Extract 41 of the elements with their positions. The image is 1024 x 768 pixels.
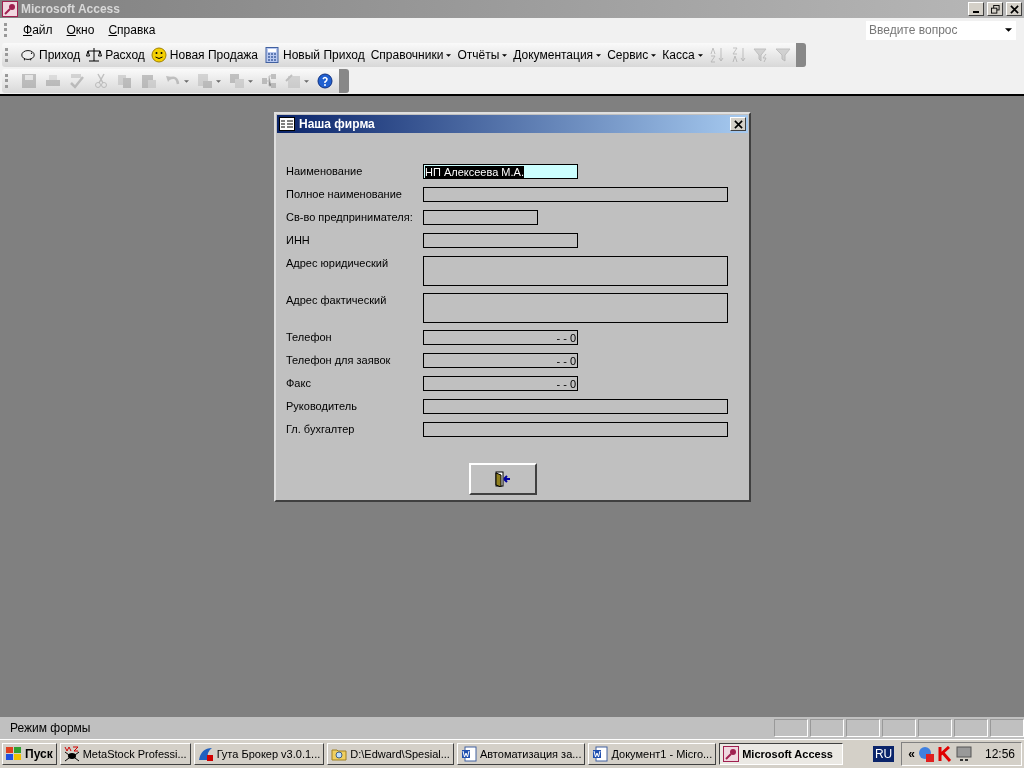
field-label: ИНН (286, 233, 311, 246)
tray-expand-button[interactable]: « (908, 747, 915, 761)
field-label: Адрес фактический (286, 293, 388, 306)
input-field[interactable]: - - 0 (423, 376, 578, 391)
input-field[interactable]: - - 0 (423, 330, 578, 345)
field-label: Наименование (286, 164, 364, 177)
taskbar-button[interactable]: Гута Брокер v3.0.1... (193, 743, 325, 765)
field-label: Адрес юридический (286, 256, 390, 269)
language-indicator[interactable]: RU (872, 746, 895, 762)
taskbar-button[interactable]: Microsoft Access (719, 743, 844, 765)
field-label: Руководитель (286, 399, 358, 412)
toolbar-button[interactable]: Сервис (604, 44, 660, 66)
menu-item[interactable]: Справка (101, 23, 163, 37)
toolbar-button[interactable]: Касса (659, 44, 706, 66)
toolbar-button[interactable]: Приход (17, 44, 84, 66)
help-search-field[interactable]: Введите вопрос (866, 20, 1016, 40)
field-label: Св-во предпринимателя: (286, 210, 414, 223)
toolbar-button[interactable]: Новая Продажа (147, 44, 261, 66)
field-label: Полное наименование (286, 187, 403, 200)
input-field[interactable]: НП Алексеева М.А. (423, 164, 578, 179)
taskbar-button[interactable]: D:\Edward\Spesial... (327, 743, 454, 765)
menu-item[interactable]: Окно (59, 23, 102, 37)
menu-item[interactable]: Файл (16, 23, 60, 37)
start-button[interactable]: Пуск (2, 743, 57, 765)
field-label: Факс (286, 376, 312, 389)
taskbar-button[interactable]: Автоматизация за... (456, 743, 586, 765)
window-title: Microsoft Access (21, 2, 120, 16)
taskbar-button[interactable]: MetaStock Professi... (59, 743, 191, 765)
taskbar-button[interactable]: Документ1 - Micro... (588, 743, 717, 765)
toolbar-button[interactable]: Расход (83, 44, 148, 66)
toolbar-button[interactable]: Документация (510, 44, 605, 66)
toolbar-button[interactable]: Новый Приход (261, 44, 368, 66)
toolbar-button[interactable]: Справочники (367, 44, 455, 66)
status-text: Режим формы (10, 721, 91, 735)
field-label: Телефон для заявок (286, 353, 392, 366)
field-label: Телефон (286, 330, 333, 343)
form-title: Наша фирма (299, 117, 375, 131)
field-label: Гл. бухгалтер (286, 422, 356, 435)
input-field[interactable]: - - 0 (423, 353, 578, 368)
clock: 12:56 (984, 747, 1015, 761)
toolbar-button[interactable]: Отчёты (454, 44, 511, 66)
